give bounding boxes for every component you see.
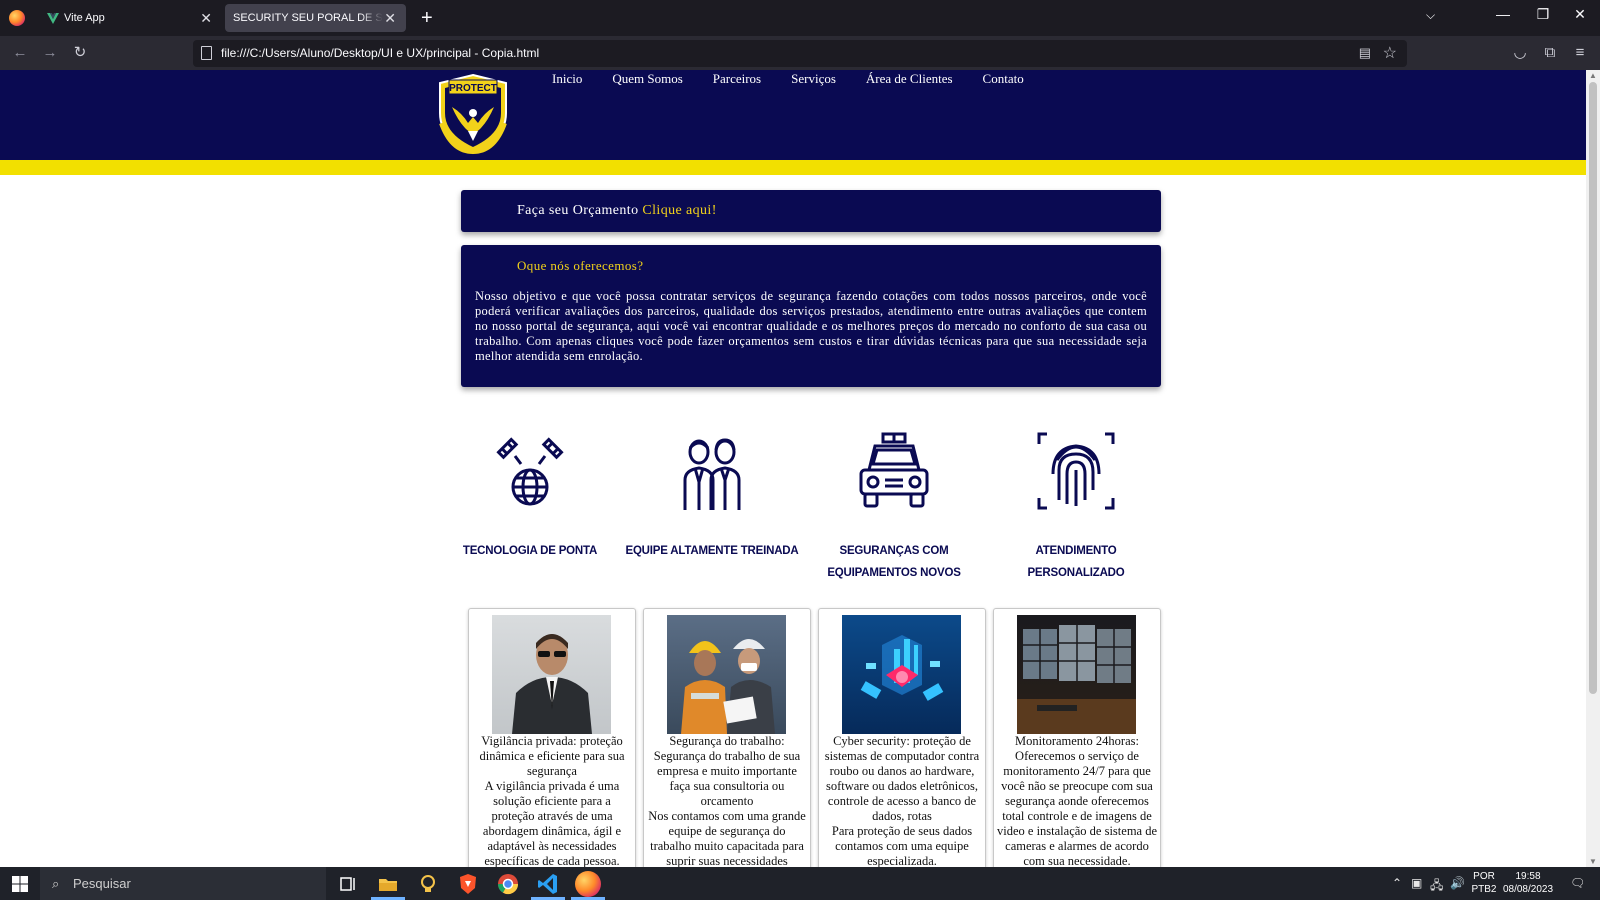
cyber-security-illustration: [842, 615, 961, 734]
browser-tab-bar: Vite App ✕ SECURITY SEU PORAL DE SEGURAN…: [0, 0, 1600, 36]
show-hidden-icons[interactable]: ⌃: [1392, 876, 1402, 890]
feature-tecnologia: TECNOLOGIA DE PONTA: [440, 430, 620, 562]
tab-title: SECURITY SEU PORAL DE SEGURAN: [233, 12, 383, 24]
card-text: Cyber security: proteção de sistemas de …: [824, 734, 980, 867]
lightbulb-app-icon[interactable]: [415, 871, 441, 897]
monitoring-screens-photo: [1017, 615, 1136, 734]
pocket-icon[interactable]: ◡: [1510, 43, 1530, 63]
url-text[interactable]: file:///C:/Users/Aluno/Desktop/UI e UX/p…: [221, 40, 539, 67]
team-icon: [683, 438, 741, 510]
clock[interactable]: 19:58 08/08/2023: [1500, 870, 1556, 896]
quote-text: Faça seu Orçamento: [517, 203, 639, 218]
scrollbar-thumb[interactable]: [1589, 82, 1597, 694]
chrome-icon[interactable]: [495, 871, 521, 897]
list-all-tabs-icon[interactable]: ⌵: [1426, 8, 1435, 23]
meet-now-icon[interactable]: ▣: [1411, 876, 1422, 890]
offer-body: Nosso objetivo e que você possa contrata…: [475, 289, 1147, 363]
close-window-button[interactable]: ✕: [1565, 6, 1595, 23]
quote-text-row: Faça seu Orçamento Clique aqui!: [517, 203, 717, 219]
fingerprint-icon: [1037, 432, 1115, 510]
network-icon[interactable]: 🖧: [1430, 876, 1443, 897]
clock-date: 08/08/2023: [1502, 884, 1554, 895]
clock-time: 19:58: [1515, 871, 1541, 882]
notifications-icon[interactable]: 🗨: [1570, 876, 1585, 890]
feature-atendimento: ATENDIMENTO PERSONALIZADO: [986, 430, 1166, 584]
bodyguard-photo: [492, 615, 611, 734]
menu-item-parceiros[interactable]: Parceiros: [713, 70, 761, 90]
brave-browser-icon[interactable]: [455, 871, 481, 897]
volume-icon[interactable]: 🔊: [1450, 876, 1465, 890]
bookmark-star-icon[interactable]: ☆: [1383, 43, 1397, 63]
tab-security-portal[interactable]: SECURITY SEU PORAL DE SEGURAN ✕: [225, 4, 406, 32]
minimize-button[interactable]: —: [1488, 6, 1518, 22]
reload-icon[interactable]: ↻: [70, 43, 90, 63]
new-tab-button[interactable]: +: [421, 6, 433, 30]
page-scrollbar[interactable]: ▲ ▼: [1586, 70, 1600, 867]
windows-start-icon[interactable]: [12, 876, 28, 892]
quote-link[interactable]: Clique aqui!: [642, 203, 716, 218]
menu-item-inicio[interactable]: Inicio: [552, 70, 582, 90]
menu-item-servicos[interactable]: Serviços: [791, 70, 836, 90]
url-bar[interactable]: file:///C:/Users/Aluno/Desktop/UI e UX/p…: [193, 40, 1407, 67]
search-placeholder: Pesquisar: [73, 876, 131, 891]
page-icon: [201, 46, 212, 60]
offer-heading: Oque nós oferecemos?: [517, 258, 644, 273]
taskbar-search[interactable]: ⌕ Pesquisar: [40, 867, 326, 900]
logo-text: PROTECT: [449, 83, 497, 94]
page-viewport: PROTECT Inicio Quem Somos Parceiros Serv…: [0, 70, 1586, 867]
close-tab-icon[interactable]: ✕: [200, 4, 212, 32]
header-stripe: [0, 160, 1586, 175]
menu-item-quem-somos[interactable]: Quem Somos: [612, 70, 682, 90]
service-card[interactable]: Segurança do trabalho: Segurança do trab…: [643, 608, 811, 867]
feature-label: TECNOLOGIA DE PONTA: [462, 545, 598, 557]
card-text: Segurança do trabalho: Segurança do trab…: [648, 734, 806, 867]
scroll-up-icon[interactable]: ▲: [1589, 71, 1597, 80]
tab-vite-app[interactable]: Vite App ✕: [36, 4, 222, 32]
card-text: Monitoramento 24horas: Oferecemos o serv…: [997, 734, 1158, 867]
site-header: PROTECT Inicio Quem Somos Parceiros Serv…: [0, 70, 1586, 160]
patrol-car-icon: [859, 432, 929, 508]
feature-label: EQUIPE ALTAMENTE TREINADA: [625, 545, 799, 557]
firefox-icon[interactable]: [9, 10, 25, 26]
vite-icon: [47, 13, 59, 24]
forward-icon[interactable]: →: [40, 43, 60, 63]
workers-photo: [667, 615, 786, 734]
quote-banner: Faça seu Orçamento Clique aqui!: [461, 190, 1161, 232]
vscode-icon[interactable]: [535, 871, 561, 897]
search-icon: ⌕: [52, 876, 60, 891]
extensions-icon[interactable]: ⧉: [1540, 43, 1560, 63]
service-card[interactable]: Monitoramento 24horas: Oferecemos o serv…: [993, 608, 1161, 867]
firefox-taskbar-icon[interactable]: [575, 871, 601, 897]
service-card[interactable]: Cyber security: proteção de sistemas de …: [818, 608, 986, 867]
lang-code: POR: [1473, 871, 1495, 882]
reader-view-icon[interactable]: ▤: [1359, 45, 1371, 61]
close-tab-icon[interactable]: ✕: [384, 4, 396, 32]
file-explorer-icon[interactable]: [375, 871, 401, 897]
tab-title: Vite App: [64, 12, 105, 24]
windows-taskbar: ⌕ Pesquisar ⌃ ▣ 🖧 🔊 POR PTB2 19:58 08/08…: [0, 867, 1600, 900]
protect-logo[interactable]: PROTECT: [432, 73, 514, 155]
restore-button[interactable]: ❐: [1528, 6, 1558, 23]
offer-section: Oque nós oferecemos? Nosso objetivo e qu…: [461, 245, 1161, 387]
satellite-globe-icon: [496, 437, 564, 506]
keyboard-layout: PTB2: [1471, 884, 1497, 895]
back-icon[interactable]: ←: [10, 43, 30, 63]
menu-icon[interactable]: ≡: [1570, 43, 1590, 63]
feature-equipe: EQUIPE ALTAMENTE TREINADA: [622, 430, 802, 562]
browser-nav-bar: ← → ↻ file:///C:/Users/Aluno/Desktop/UI …: [0, 36, 1600, 70]
scroll-down-icon[interactable]: ▼: [1589, 857, 1597, 866]
input-language[interactable]: POR PTB2: [1470, 870, 1498, 896]
main-menu: Inicio Quem Somos Parceiros Serviços Áre…: [552, 70, 1054, 90]
task-view-icon[interactable]: [335, 871, 361, 897]
feature-equipamentos: SEGURANÇAS COM EQUIPAMENTOS NOVOS: [804, 430, 984, 584]
feature-label: ATENDIMENTO PERSONALIZADO: [1027, 545, 1125, 579]
card-text: Vigilância privada: proteção dinâmica e …: [479, 734, 625, 867]
feature-label: SEGURANÇAS COM EQUIPAMENTOS NOVOS: [827, 545, 961, 579]
menu-item-contato[interactable]: Contato: [983, 70, 1024, 90]
menu-item-area-de-clientes[interactable]: Área de Clientes: [866, 70, 953, 90]
service-card[interactable]: Vigilância privada: proteção dinâmica e …: [468, 608, 636, 867]
